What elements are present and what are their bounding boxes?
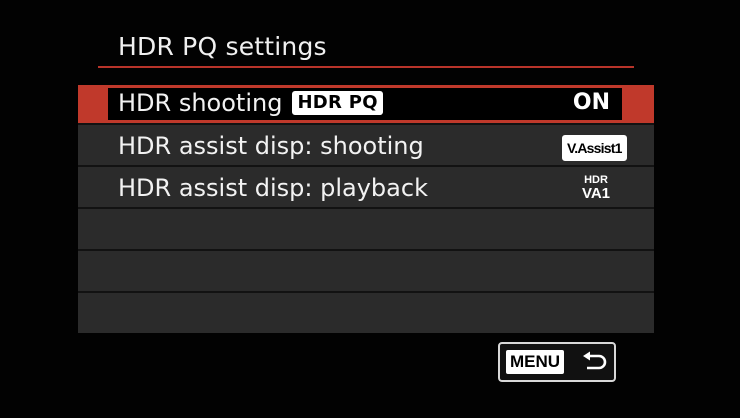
settings-list: HDR shooting HDR PQ ON HDR assist disp: s… (78, 85, 654, 333)
hdr-va1-icon-bottom: VA1 (581, 185, 611, 202)
empty-row (78, 295, 654, 333)
menu-back-button[interactable]: MENU (498, 342, 616, 382)
v-assist1-icon: V.Assist1 (562, 135, 627, 161)
hdr-va1-icon: HDR VA1 (578, 173, 614, 201)
title-divider (98, 66, 634, 68)
return-arrow-icon (583, 351, 607, 370)
selection-highlight: HDR shooting HDR PQ ON (108, 88, 622, 120)
hdr-shooting-value: ON (572, 90, 610, 115)
hdr-pq-badge: HDR PQ (292, 91, 383, 115)
menu-item-hdr-assist-shooting[interactable]: HDR assist disp: shooting V.Assist1 (78, 127, 654, 167)
hdr-assist-shooting-label: HDR assist disp: shooting (118, 132, 424, 160)
empty-row (78, 253, 654, 293)
page-title: HDR PQ settings (118, 32, 327, 61)
menu-item-hdr-shooting[interactable]: HDR shooting HDR PQ ON (78, 85, 654, 125)
hdr-assist-playback-label: HDR assist disp: playback (118, 174, 428, 202)
menu-item-hdr-assist-playback[interactable]: HDR assist disp: playback HDR VA1 (78, 169, 654, 209)
empty-row (78, 211, 654, 251)
hdr-shooting-label: HDR shooting (118, 89, 283, 117)
menu-button-label: MENU (506, 350, 565, 374)
menu-item-label: HDR shooting HDR PQ (118, 89, 383, 117)
camera-menu-screen: HDR PQ settings HDR shooting HDR PQ ON HD… (0, 0, 740, 418)
